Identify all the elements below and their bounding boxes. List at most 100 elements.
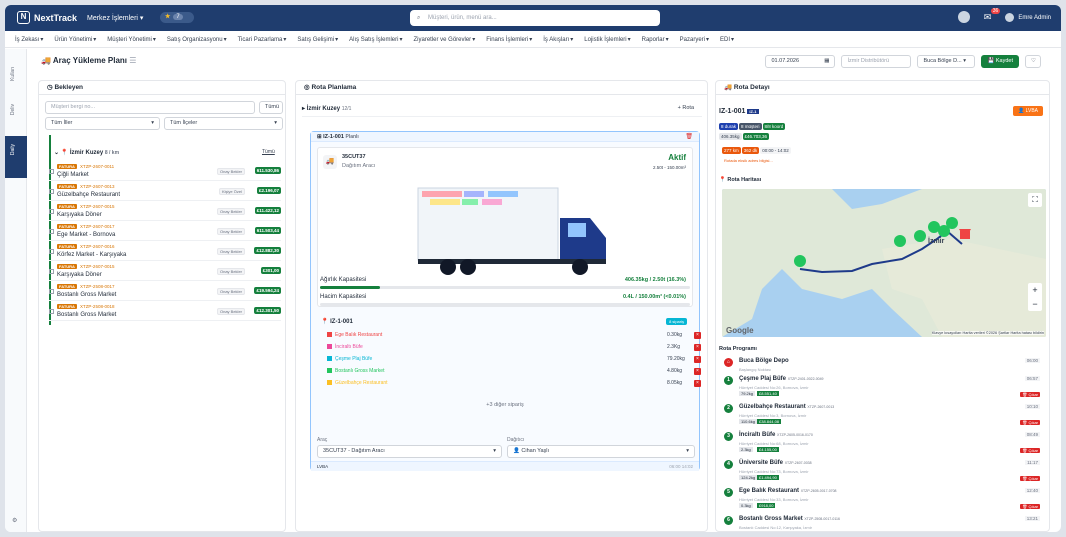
pending-search-input[interactable]: Müşteri bergi no... <box>45 101 255 114</box>
pending-row[interactable]: FATURA XTZP-2607-0013 Güzelbahçe Restauran… <box>49 182 281 201</box>
depot-name: Buca Bölge Depo <box>739 358 789 364</box>
notification-icon[interactable]: ✉ 36 <box>984 7 1001 23</box>
remove-order-icon[interactable]: × <box>694 368 701 375</box>
remove-stop-button[interactable]: 🗑 Çıkar <box>1020 420 1040 425</box>
pending-row[interactable]: FATURA XTZP-2607-0015 Karşıyaka Döner Onay … <box>49 262 281 281</box>
remove-order-icon[interactable]: × <box>694 380 701 387</box>
remove-stop-button[interactable]: 🗑 Çıkar <box>1020 504 1040 509</box>
rail-item-daily[interactable]: Daily <box>10 144 16 155</box>
menu-item-11[interactable]: Raporlar <box>642 37 665 43</box>
route-stop[interactable]: 4 Üniversite Büfe XTZP-2607-0038 Hürriyet … <box>724 460 1042 486</box>
more-orders-link[interactable]: +3 diğer sipariş <box>317 402 693 408</box>
pending-row[interactable]: FATURA XTZP-2607-0017 Ege Market - Bornova… <box>49 222 281 241</box>
all-button[interactable]: Tümü <box>259 101 283 114</box>
map-credits: Klavye kısayolları Harita verileri ©2026… <box>931 331 1044 335</box>
stop-price: £1.494,90 <box>757 475 779 480</box>
row-checkbox[interactable] <box>49 309 54 314</box>
app-logo[interactable]: N NextTrack <box>17 11 77 24</box>
menu-item-8[interactable]: Finans İşlemleri <box>486 37 528 43</box>
row-checkbox[interactable] <box>49 189 54 194</box>
stop-time: 13:21 <box>1024 516 1040 521</box>
pending-row[interactable]: FATURA XTZP-2607-0016 Körfez Market - Karş… <box>49 242 281 261</box>
pending-row[interactable]: FATURA XTZP-2607-0011 Çiğli Market Onay Bek… <box>49 162 281 181</box>
menu-item-9[interactable]: İş Akışları <box>543 37 569 43</box>
pending-row[interactable]: FATURA XTZP-2508-0017 Bostanlı Gross Marke… <box>49 282 281 301</box>
menu-item-10[interactable]: Lojistik İşlemleri <box>584 37 626 43</box>
stop-weight: 2.3kg <box>739 447 753 452</box>
district-filter[interactable]: Tüm İlçeler ▾ <box>164 117 283 130</box>
context-selector[interactable]: Merkez İşlemleri ▾ <box>87 14 143 22</box>
region-row[interactable]: ▸ İzmir Kuzey 12/1 + Rota <box>302 105 702 117</box>
globe-icon[interactable] <box>957 11 970 23</box>
remove-stop-button[interactable]: 🗑 Çıkar <box>1020 392 1040 397</box>
route-stop[interactable]: 1 Çeşme Plaj Büfe XTZP-2401-0022-0049 Hürr… <box>724 376 1042 402</box>
zoom-controls[interactable]: + − <box>1028 283 1042 311</box>
fullscreen-icon[interactable]: ⛶ <box>1028 193 1042 207</box>
remove-stop-label: Çıkar <box>1028 504 1038 509</box>
rail-item-active[interactable] <box>5 136 27 178</box>
route-stop[interactable]: 5 Ege Balık Restaurant XTZP-2605-0017-070… <box>724 488 1042 514</box>
add-route-button[interactable]: + Rota <box>678 105 694 111</box>
remove-stop-button[interactable]: 🗑 Çıkar <box>1020 476 1040 481</box>
district-select[interactable]: İzmir Distribütörü <box>841 55 912 68</box>
remove-stop-button[interactable]: 🗑 Çıkar <box>1020 448 1040 453</box>
row-checkbox[interactable] <box>49 269 54 274</box>
favorites-button[interactable]: ★ 7 <box>160 12 194 23</box>
row-checkbox[interactable] <box>49 249 54 254</box>
menu-item-7[interactable]: Ziyaretler ve Görevler <box>414 37 472 43</box>
pending-row[interactable]: FATURA XTZP-2508-0018 Bostanlı Gross Marke… <box>49 302 281 321</box>
depot-select[interactable]: Buca Bölge D... ▾ <box>917 55 976 68</box>
rail-item-kullan[interactable]: Kullan <box>10 67 16 81</box>
chevron-down-icon: ▾ <box>335 37 339 43</box>
menu-item-2[interactable]: Müşteri Yönetimi <box>107 37 152 43</box>
province-filter[interactable]: Tüm İller ▾ <box>45 117 160 130</box>
menu-item-6[interactable]: Alış Satış İşlemleri <box>349 37 398 43</box>
remove-order-icon[interactable]: × <box>694 344 701 351</box>
order-name: Çeşme Plaj Büfe <box>335 356 373 362</box>
remove-order-icon[interactable]: × <box>694 332 701 339</box>
delete-route-icon[interactable]: 🗑 <box>685 133 693 140</box>
heart-button[interactable]: ♡ <box>1025 55 1041 68</box>
row-checkbox[interactable] <box>49 229 54 234</box>
district-filter-value: Tüm İlçeler <box>170 120 198 126</box>
driver-select[interactable]: 👤 Cihan Yaşlı ▾ <box>507 445 695 458</box>
detail-badges: 8 durak 8 müşteri 8/8 koord <box>719 123 786 130</box>
save-button[interactable]: 💾 Kaydet <box>981 55 1019 68</box>
route-map[interactable]: İzmir ⛶ + − Google Klavye kısayolları Har… <box>722 189 1046 337</box>
settings-icon[interactable]: ⚙ <box>12 517 17 524</box>
route-stop[interactable]: 2 Güzelbahçe Restaurant XTZP-2607-0013 Hür… <box>724 404 1042 430</box>
route-stop[interactable]: 6 Bostanlı Gross Market XTZP-2508-0017-01… <box>724 516 1042 532</box>
lvba-button[interactable]: 👤 LVBA <box>1012 106 1043 116</box>
row-checkbox[interactable] <box>49 169 54 174</box>
date-input[interactable]: 01.07.2026 ▦ <box>765 55 836 68</box>
order-color <box>327 356 332 362</box>
menu-item-3[interactable]: Satış Organizasyonu <box>167 37 223 43</box>
menu-item-0[interactable]: İş Zekası <box>15 37 39 43</box>
pending-row[interactable]: FATURA XTZP-2607-0015 Karşıyaka Döner Onay … <box>49 202 281 221</box>
vehicle-type: Dağıtım Aracı <box>342 163 376 169</box>
route-stop[interactable]: 3 İnciraltı Büfe XTZP-2605-0016-0170 Hürri… <box>724 432 1042 458</box>
vehicle-select[interactable]: 35CUT37 - Dağıtım Aracı ▾ <box>317 445 502 458</box>
zoom-out-icon[interactable]: − <box>1028 297 1042 311</box>
stop-weight: 79.2kg <box>739 391 756 396</box>
menu-icon[interactable]: ☰ <box>129 56 136 65</box>
star-icon: ★ <box>165 14 171 20</box>
menu-item-5[interactable]: Satış Gelişimi <box>297 37 334 43</box>
global-search-input[interactable]: ⌕ Müşteri, ürün, menü ara... <box>410 10 660 26</box>
menu-item-1[interactable]: Ürün Yönetimi <box>54 37 92 43</box>
menu-item-12[interactable]: Pazaryeri <box>680 37 705 43</box>
group-all-link[interactable]: Tümü <box>262 149 275 155</box>
stop-code: XTZP-2607-0038 <box>784 461 812 465</box>
row-checkbox[interactable] <box>49 289 54 294</box>
map-title-text: Rota Haritası <box>727 177 762 183</box>
order-item: İnciraltı Büfe 2.3Kg × <box>327 344 701 351</box>
stop-address: Bostanlı Caddesi No:12, Karşıyaka, İzmir <box>739 525 812 530</box>
menu-item-13[interactable]: EDI <box>720 37 730 43</box>
row-checkbox[interactable] <box>49 209 54 214</box>
menu-item-4[interactable]: Ticari Pazarlama <box>238 37 283 43</box>
user-menu[interactable]: Emre Admin <box>1005 12 1051 22</box>
remove-order-icon[interactable]: × <box>694 356 701 363</box>
group-header[interactable]: ⌄ 📍 İzmir Kuzey 8 / km <box>54 149 119 156</box>
zoom-in-icon[interactable]: + <box>1028 283 1042 297</box>
rail-item-deliv[interactable]: Deliv <box>10 104 16 115</box>
